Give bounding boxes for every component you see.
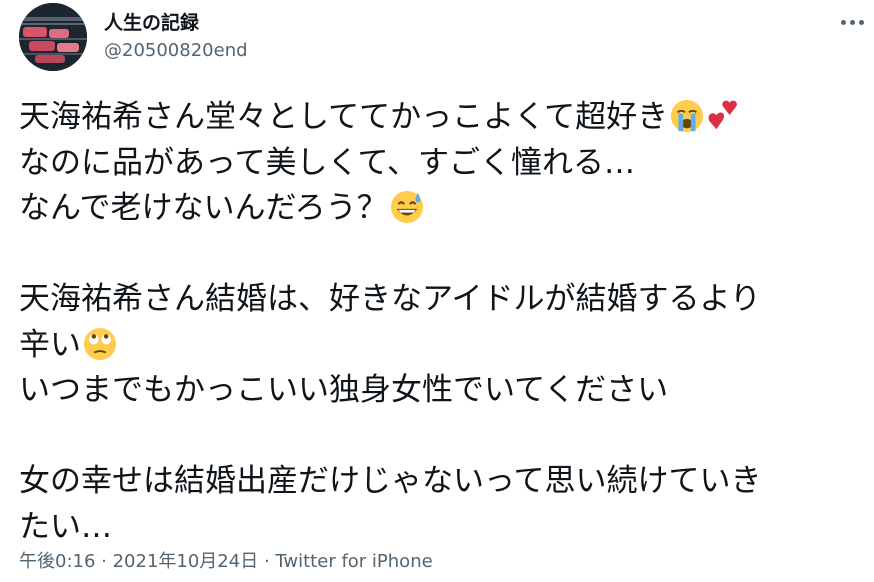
display-name[interactable]: 人生の記録 xyxy=(104,8,199,35)
tweet-date: 2021年10月24日 xyxy=(112,551,259,572)
tweet-line: 辛い xyxy=(19,323,859,369)
tweet-metadata: 午後0:16 · 2021年10月24日 · Twitter for iPhon… xyxy=(19,547,433,573)
loudly-crying-face-icon xyxy=(671,99,704,133)
tweet-line: いつまでもかっこいい独身女性でいてください xyxy=(19,372,669,408)
tweet-text: 天海祐希さん堂々としててかっこよくて超好き なのに品があって美しくて、すごく憧れ… xyxy=(19,95,859,550)
tweet-line: たい… xyxy=(19,508,112,545)
heart-exclamation-icon xyxy=(708,100,738,130)
tweet-line: なのに品があって美しくて、すごく憧れる… xyxy=(19,144,635,181)
avatar[interactable] xyxy=(19,3,87,71)
tweet-time: 午後0:16 xyxy=(19,551,96,572)
tweet-line: なんで老けないんだろう？ xyxy=(19,186,859,232)
profile-photo-icon xyxy=(19,3,87,71)
tweet-line: 天海祐希さん結婚は、好きなアイドルが結婚するより xyxy=(19,281,761,317)
separator: · xyxy=(95,551,113,572)
more-horizontal-icon xyxy=(840,19,846,25)
separator: · xyxy=(258,551,276,572)
tweet-line: 女の幸せは結婚出産だけじゃないって思い続けていき xyxy=(19,463,762,499)
more-options-button[interactable] xyxy=(836,8,868,36)
timestamp-link[interactable]: 午後0:16 · 2021年10月24日 xyxy=(19,551,258,572)
grinning-face-with-sweat-icon xyxy=(390,190,423,224)
face-with-rolling-eyes-icon xyxy=(83,327,117,360)
user-handle[interactable]: @20500820end xyxy=(104,40,248,61)
source-link[interactable]: Twitter for iPhone xyxy=(275,551,432,572)
tweet-card: 人生の記録 @20500820end 天海祐希さん堂々としててかっこよくて超好き… xyxy=(0,0,874,582)
tweet-line: 天海祐希さん堂々としててかっこよくて超好き xyxy=(19,95,859,141)
